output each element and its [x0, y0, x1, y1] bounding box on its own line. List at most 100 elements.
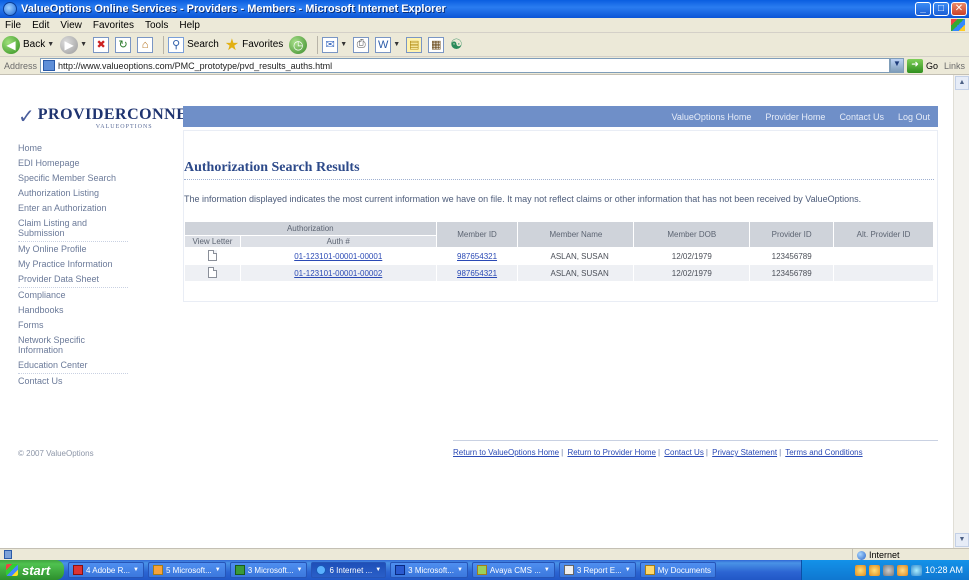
auth-number-link[interactable]: 01-123101-00001-00002	[294, 269, 382, 278]
sidebar-item-education-center[interactable]: Education Center	[18, 358, 128, 374]
taskbar-item-microsoft-excel[interactable]: 3 Microsoft... ▼	[229, 562, 308, 578]
scroll-up-icon[interactable]: ▲	[955, 76, 969, 90]
nav-provider-home[interactable]: Provider Home	[765, 112, 825, 122]
menu-view[interactable]: View	[55, 20, 88, 31]
links-button[interactable]: Links	[944, 61, 965, 71]
footer-link-terms-and-conditions[interactable]: Terms and Conditions	[785, 448, 862, 457]
taskbar-item-internet-explorer[interactable]: 6 Internet ... ▼	[311, 562, 387, 578]
sidebar-item-contact-us[interactable]: Contact Us	[18, 374, 128, 389]
start-label: start	[22, 562, 51, 578]
windows-taskbar: start 4 Adobe R... ▼ 5 Microsoft... ▼ 3 Mi…	[0, 560, 969, 580]
taskbar-item-adobe-reader[interactable]: 4 Adobe R... ▼	[68, 562, 144, 578]
sidebar-item-provider-data-sheet[interactable]: Provider Data Sheet	[18, 272, 128, 288]
header-authorization: Authorization	[184, 221, 437, 236]
checkmark-logo-icon: ✓	[18, 106, 35, 128]
task-dropdown-icon: ▼	[296, 567, 303, 573]
go-button[interactable]: ➜ Go	[906, 58, 938, 73]
taskbar-item-avaya-cms[interactable]: Avaya CMS ... ▼	[471, 562, 555, 578]
stop-button[interactable]: ✖	[93, 35, 110, 55]
footer-link-contact-us[interactable]: Contact Us	[664, 448, 704, 457]
sidebar-item-authorization-listing[interactable]: Authorization Listing	[18, 186, 128, 201]
globe-icon	[857, 550, 866, 560]
favorites-button[interactable]: ★ Favorites	[225, 35, 283, 55]
edit-button[interactable]: W ▼	[375, 35, 400, 55]
footer-link-privacy-statement[interactable]: Privacy Statement	[712, 448, 777, 457]
tray-alert-icon[interactable]	[896, 564, 908, 576]
taskbar-item-microsoft-word[interactable]: 3 Microsoft... ▼	[390, 562, 468, 578]
internet-explorer-icon	[3, 2, 17, 16]
menu-edit[interactable]: Edit	[27, 20, 55, 31]
view-letter-document-icon[interactable]	[207, 266, 217, 278]
footer-links: Return to ValueOptions Home | Return to P…	[453, 448, 863, 457]
providerconnect-logo[interactable]: ✓ PROVIDERCONNECT VALUEOPTIONS	[18, 106, 211, 131]
start-button[interactable]: start	[0, 560, 64, 580]
home-button[interactable]: ⌂	[137, 35, 154, 55]
taskbar-item-my-documents[interactable]: My Documents	[639, 562, 717, 578]
taskbar-item-microsoft-outlook[interactable]: 5 Microsoft... ▼	[147, 562, 226, 578]
tray-sync-icon[interactable]	[868, 564, 880, 576]
mail-button[interactable]: ✉ ▼	[322, 35, 347, 55]
window-title-bar[interactable]: ValueOptions Online Services - Providers…	[0, 0, 969, 18]
tray-network-icon[interactable]	[854, 564, 866, 576]
research-button[interactable]: ▦	[428, 35, 445, 55]
minimize-button[interactable]: _	[915, 2, 931, 16]
sidebar-item-forms[interactable]: Forms	[18, 318, 128, 333]
footer-link-provider-home[interactable]: Return to Provider Home	[567, 448, 655, 457]
close-button[interactable]: ✕	[951, 2, 967, 16]
header-member-dob: Member DOB	[633, 221, 751, 248]
discuss-button[interactable]: ▤	[406, 35, 423, 55]
menu-bar: File Edit View Favorites Tools Help	[0, 18, 969, 33]
search-button[interactable]: ⚲ Search	[168, 35, 219, 55]
sidebar-item-enter-authorization[interactable]: Enter an Authorization	[18, 201, 128, 216]
tray-clock[interactable]: 10:28 AM	[925, 565, 963, 575]
forward-dropdown-icon[interactable]: ▼	[80, 41, 87, 48]
member-id-link[interactable]: 987654321	[457, 252, 497, 261]
auth-number-link[interactable]: 01-123101-00001-00001	[294, 252, 382, 261]
nav-contact-us[interactable]: Contact Us	[839, 112, 884, 122]
footer-link-valueoptions-home[interactable]: Return to ValueOptions Home	[453, 448, 559, 457]
copyright-text: © 2007 ValueOptions	[18, 449, 94, 458]
member-id-link[interactable]: 987654321	[457, 269, 497, 278]
menu-tools[interactable]: Tools	[140, 20, 174, 31]
sidebar-item-my-practice-information[interactable]: My Practice Information	[18, 257, 128, 272]
messenger-button[interactable]: ☯	[450, 35, 463, 55]
sidebar-item-my-online-profile[interactable]: My Online Profile	[18, 242, 128, 257]
sidebar-item-handbooks[interactable]: Handbooks	[18, 303, 128, 318]
adobe-reader-icon	[73, 565, 83, 575]
sidebar-item-claim-listing[interactable]: Claim Listing and Submission	[18, 216, 128, 242]
forward-button[interactable]: ▶ ▼	[60, 35, 87, 55]
page-status-icon	[4, 550, 12, 559]
print-icon: ⎙	[353, 36, 370, 53]
back-dropdown-icon[interactable]: ▼	[47, 41, 54, 48]
task-label: 6 Internet ...	[329, 565, 373, 575]
maximize-button[interactable]: □	[933, 2, 949, 16]
menu-file[interactable]: File	[0, 20, 27, 31]
back-button[interactable]: ◀ Back ▼	[2, 35, 54, 55]
member-id-cell: 987654321	[435, 264, 519, 282]
sidebar-item-compliance[interactable]: Compliance	[18, 288, 128, 303]
header-view-letter: View Letter	[184, 235, 241, 248]
menu-favorites[interactable]: Favorites	[88, 20, 140, 31]
vertical-scrollbar[interactable]: ▲ ▼	[953, 75, 969, 548]
sidebar-item-specific-member-search[interactable]: Specific Member Search	[18, 171, 128, 186]
print-button[interactable]: ⎙	[353, 35, 370, 55]
address-dropdown-icon[interactable]: ▼	[889, 58, 904, 73]
sidebar-item-home[interactable]: Home	[18, 141, 128, 156]
menu-help[interactable]: Help	[174, 20, 206, 31]
taskbar-item-report-explorer[interactable]: 3 Report E... ▼	[558, 562, 636, 578]
sidebar-item-network-specific-information[interactable]: Network Specific Information	[18, 333, 128, 358]
sidebar-item-edi-homepage[interactable]: EDI Homepage	[18, 156, 128, 171]
tray-volume-icon[interactable]	[882, 564, 894, 576]
heading-divider	[184, 179, 934, 180]
tray-messenger-icon[interactable]	[910, 564, 922, 576]
refresh-button[interactable]: ↻	[115, 35, 132, 55]
mail-dropdown-icon[interactable]: ▼	[340, 41, 347, 48]
edit-dropdown-icon[interactable]: ▼	[393, 41, 400, 48]
member-name-cell: ASLAN, SUSAN	[517, 264, 635, 282]
address-input[interactable]: http://www.valueoptions.com/PMC_prototyp…	[40, 58, 890, 73]
scroll-down-icon[interactable]: ▼	[955, 533, 969, 547]
nav-valueoptions-home[interactable]: ValueOptions Home	[672, 112, 752, 122]
view-letter-document-icon[interactable]	[207, 249, 217, 261]
history-button[interactable]: ◷	[289, 35, 308, 55]
nav-log-out[interactable]: Log Out	[898, 112, 930, 122]
